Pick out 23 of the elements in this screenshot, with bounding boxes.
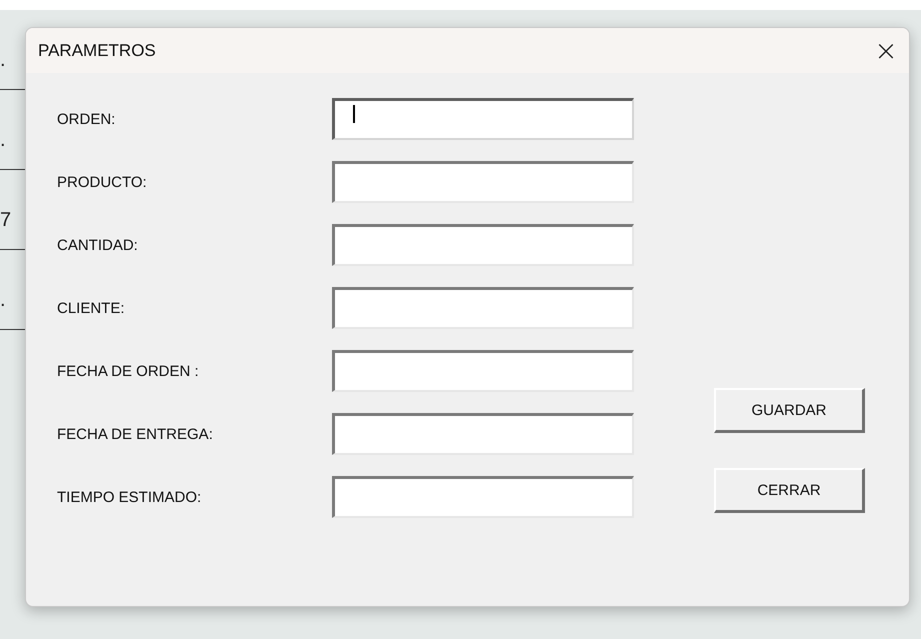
dialog-button[interactable]: CERRAR xyxy=(714,468,865,513)
window-title: PARAMETROS xyxy=(38,40,156,60)
field-label: CLIENTE: xyxy=(57,300,126,316)
input-field[interactable] xyxy=(332,98,634,140)
cell-text: . xyxy=(0,50,6,70)
field-label: TIEMPO ESTIMADO: xyxy=(57,488,202,506)
cell-text: . xyxy=(0,130,6,150)
dialog-button[interactable]: GUARDAR xyxy=(714,388,865,433)
input-field[interactable] xyxy=(332,413,634,455)
field-label: PRODUCTO: xyxy=(57,174,148,190)
field-label: CANTIDAD: xyxy=(57,236,139,254)
cell-text: . xyxy=(0,290,6,310)
field-label: FECHA DE ENTREGA: xyxy=(57,426,214,442)
close-button[interactable]: × xyxy=(863,28,909,73)
field-label: FECHA DE ORDEN : xyxy=(57,362,200,380)
input-field[interactable] xyxy=(332,350,634,392)
input-field[interactable] xyxy=(332,224,634,266)
input-field[interactable] xyxy=(332,161,634,203)
input-field[interactable] xyxy=(332,476,634,518)
input-field[interactable] xyxy=(332,287,634,329)
cell-text: 7 xyxy=(0,210,12,230)
text-caret xyxy=(353,105,355,123)
field-label: ORDEN: xyxy=(57,110,116,128)
